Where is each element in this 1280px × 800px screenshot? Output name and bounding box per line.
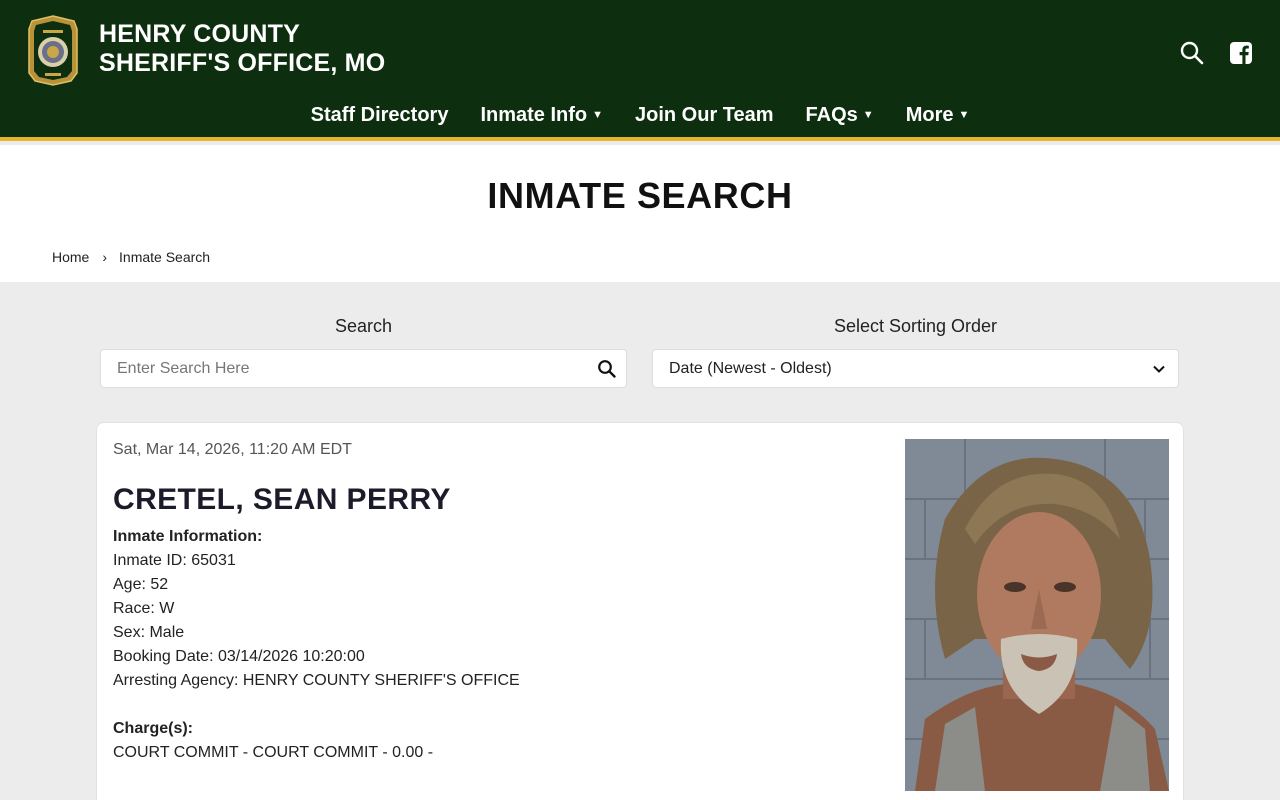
title-band: INMATE SEARCH Home › Inmate Search xyxy=(0,145,1280,282)
nav-staff-directory[interactable]: Staff Directory xyxy=(295,104,465,138)
sort-label: Select Sorting Order xyxy=(833,316,998,336)
search-submit-icon[interactable] xyxy=(597,359,617,379)
inmate-info: Inmate Information: Inmate ID: 65031 Age… xyxy=(113,525,520,765)
caret-down-icon: ▼ xyxy=(862,109,874,121)
booking-date: Booking Date: 03/14/2026 10:20:00 xyxy=(113,648,365,665)
breadcrumb-current: Inmate Search xyxy=(119,249,211,265)
search-icon[interactable] xyxy=(1179,40,1205,66)
nav-join-our-team[interactable]: Join Our Team xyxy=(619,104,790,138)
charges-heading: Charge(s): xyxy=(113,720,194,737)
site-header: HENRY COUNTY SHERIFF'S OFFICE, MO Staff … xyxy=(0,0,1280,141)
inmate-race: Race: W xyxy=(113,600,175,617)
breadcrumb-home[interactable]: Home xyxy=(52,249,89,265)
sort-order-value: Date (Newest - Oldest) xyxy=(669,360,832,377)
chevron-down-icon xyxy=(1153,365,1165,373)
inmate-age: Age: 52 xyxy=(113,576,169,593)
search-field xyxy=(100,349,627,388)
nav-label: Join Our Team xyxy=(635,104,774,126)
page-title: INMATE SEARCH xyxy=(487,175,793,216)
caret-down-icon: ▼ xyxy=(592,109,603,121)
nav-label: More xyxy=(905,104,954,126)
site-title-line1: HENRY COUNTY xyxy=(99,20,301,48)
search-label: Search xyxy=(334,316,393,336)
inmate-name: CRETEL, SEAN PERRY xyxy=(113,483,451,516)
inmate-id: Inmate ID: 65031 xyxy=(113,552,236,569)
nav-faqs[interactable]: FAQs ▼ xyxy=(790,104,890,138)
inmate-info-heading: Inmate Information: xyxy=(113,528,263,545)
sheriff-seal-icon[interactable] xyxy=(27,15,79,86)
booking-timestamp: Sat, Mar 14, 2026, 11:20 AM EDT xyxy=(113,441,352,458)
inmate-card: Sat, Mar 14, 2026, 11:20 AM EDT CRETEL, … xyxy=(96,422,1184,800)
caret-down-icon: ▼ xyxy=(958,109,970,121)
arresting-agency: Arresting Agency: HENRY COUNTY SHERIFF'S… xyxy=(113,672,520,689)
nav-inmate-info[interactable]: Inmate Info ▼ xyxy=(464,104,619,138)
nav-label: Staff Directory xyxy=(310,104,449,126)
nav-label: FAQs xyxy=(805,104,858,126)
charge-item: COURT COMMIT - COURT COMMIT - 0.00 - xyxy=(113,744,434,761)
inmate-mugshot[interactable] xyxy=(905,439,1169,791)
nav-more[interactable]: More ▼ xyxy=(890,104,986,138)
site-title[interactable]: HENRY COUNTY SHERIFF'S OFFICE, MO xyxy=(99,20,385,78)
facebook-icon[interactable] xyxy=(1228,40,1254,66)
breadcrumb: Home › Inmate Search xyxy=(52,249,210,265)
site-title-line2: SHERIFF'S OFFICE, MO xyxy=(99,49,386,77)
inmate-sex: Sex: Male xyxy=(113,624,185,641)
breadcrumb-separator-icon: › xyxy=(102,249,108,265)
sort-order-select[interactable]: Date (Newest - Oldest) xyxy=(652,349,1179,388)
search-input[interactable] xyxy=(101,350,581,387)
nav-label: Inmate Info xyxy=(480,104,588,126)
main-nav: Staff Directory Inmate Info ▼ Join Our T… xyxy=(0,104,1280,138)
